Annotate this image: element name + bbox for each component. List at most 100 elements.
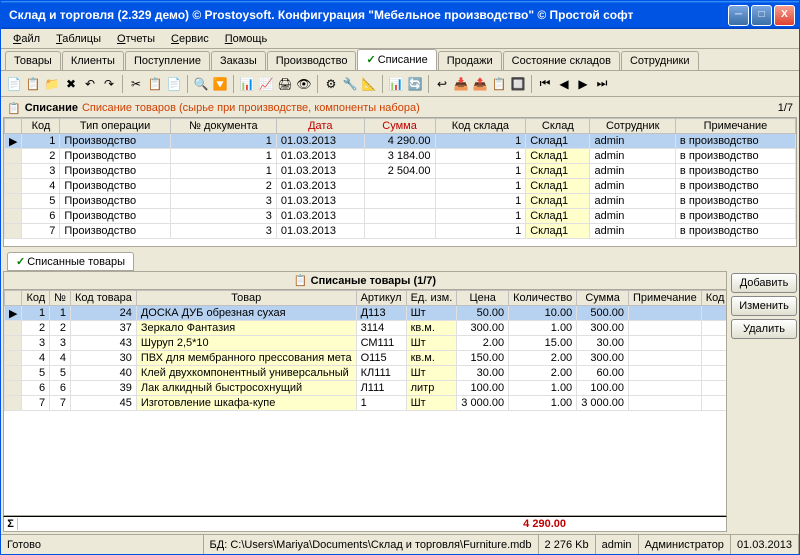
cell[interactable]: в производство — [675, 194, 795, 209]
cell[interactable]: 01.03.2013 — [276, 149, 364, 164]
toolbar-icon[interactable]: 📈 — [257, 75, 275, 93]
col-header[interactable]: Тип операции — [60, 119, 170, 134]
cell[interactable]: 2 — [22, 149, 60, 164]
cell[interactable] — [629, 321, 702, 336]
tab-Клиенты[interactable]: Клиенты — [62, 51, 124, 70]
cell[interactable]: Зеркало Фантазия — [136, 321, 356, 336]
cell[interactable]: 2.00 — [457, 336, 509, 351]
cell[interactable]: 30 — [70, 351, 136, 366]
cell[interactable]: 3 — [22, 336, 50, 351]
col-header[interactable]: Сумма — [364, 119, 435, 134]
cell[interactable]: 4 — [22, 351, 50, 366]
cell[interactable]: 3 — [50, 336, 71, 351]
cell[interactable] — [364, 209, 435, 224]
cell[interactable]: admin — [590, 194, 675, 209]
cell[interactable]: Производство — [60, 179, 170, 194]
toolbar-icon[interactable]: 📋 — [490, 75, 508, 93]
cell[interactable]: 4 — [50, 351, 71, 366]
toolbar-icon[interactable]: 📁 — [43, 75, 61, 93]
cell[interactable]: 1 — [50, 306, 71, 321]
cell[interactable]: 1 — [435, 209, 526, 224]
cell[interactable]: Лак алкидный быстросохнущий — [136, 381, 356, 396]
cell[interactable]: 3 000.00 — [457, 396, 509, 411]
cell[interactable]: 3 — [22, 164, 60, 179]
cell[interactable]: admin — [590, 134, 675, 149]
cell[interactable]: Производство — [60, 194, 170, 209]
toolbar-icon[interactable]: ▶ — [574, 75, 592, 93]
cell[interactable]: О115 — [356, 351, 406, 366]
toolbar-icon[interactable]: ⏭ — [593, 75, 611, 93]
cell[interactable]: Производство — [60, 149, 170, 164]
cell[interactable]: Склад1 — [526, 194, 590, 209]
cell[interactable]: 4 — [22, 179, 60, 194]
cell[interactable]: 6 — [22, 209, 60, 224]
toolbar-icon[interactable]: 📄 — [165, 75, 183, 93]
menu-Таблицы[interactable]: Таблицы — [48, 31, 109, 47]
col-header[interactable]: Код списания — [701, 291, 727, 306]
cell[interactable]: 1 — [435, 179, 526, 194]
cell[interactable]: 3 — [170, 224, 276, 239]
cell[interactable] — [629, 306, 702, 321]
col-header[interactable]: Сумма — [577, 291, 629, 306]
cell[interactable]: 7 — [50, 396, 71, 411]
cell[interactable]: 4 290.00 — [364, 134, 435, 149]
toolbar-icon[interactable]: 📐 — [360, 75, 378, 93]
toolbar-icon[interactable]: 📋 — [146, 75, 164, 93]
tab-Сотрудники[interactable]: Сотрудники — [621, 51, 699, 70]
cell[interactable]: 2 — [50, 321, 71, 336]
cell[interactable]: Шт — [406, 366, 457, 381]
cell[interactable]: 300.00 — [577, 321, 629, 336]
cell[interactable]: кв.м. — [406, 321, 457, 336]
cell[interactable]: 100.00 — [457, 381, 509, 396]
cell[interactable]: Шт — [406, 396, 457, 411]
cell[interactable]: admin — [590, 179, 675, 194]
sub-grid[interactable]: Код№Код товараТоварАртикулЕд. изм.ЦенаКо… — [3, 289, 727, 516]
cell[interactable]: admin — [590, 224, 675, 239]
toolbar-icon[interactable]: 👁 — [295, 75, 313, 93]
toolbar-icon[interactable]: 🔲 — [509, 75, 527, 93]
toolbar-icon[interactable]: 🔍 — [192, 75, 210, 93]
cell[interactable]: 01.03.2013 — [276, 164, 364, 179]
cell[interactable]: 01.03.2013 — [276, 209, 364, 224]
cell[interactable]: 1 — [701, 306, 727, 321]
col-header[interactable]: Артикул — [356, 291, 406, 306]
cell[interactable]: в производство — [675, 224, 795, 239]
col-header[interactable]: Код — [22, 119, 60, 134]
cell[interactable]: в производство — [675, 179, 795, 194]
cell[interactable]: Производство — [60, 134, 170, 149]
cell[interactable]: 7 — [22, 396, 50, 411]
tab-Списание[interactable]: ✓Списание — [357, 49, 436, 70]
cell[interactable]: Клей двухкомпонентный универсальный — [136, 366, 356, 381]
cell[interactable]: 100.00 — [577, 381, 629, 396]
cell[interactable]: 300.00 — [577, 351, 629, 366]
cell[interactable]: Склад1 — [526, 134, 590, 149]
cell[interactable]: Склад1 — [526, 209, 590, 224]
cell[interactable]: 39 — [70, 381, 136, 396]
toolbar-icon[interactable]: 📊 — [238, 75, 256, 93]
col-header[interactable]: Примечание — [675, 119, 795, 134]
toolbar-icon[interactable]: ↶ — [81, 75, 99, 93]
cell[interactable]: 1 — [170, 149, 276, 164]
cell[interactable]: 3 184.00 — [364, 149, 435, 164]
tab-Продажи[interactable]: Продажи — [438, 51, 502, 70]
col-header[interactable]: № — [50, 291, 71, 306]
cell[interactable]: 2.00 — [509, 366, 577, 381]
toolbar-icon[interactable]: 📥 — [452, 75, 470, 93]
col-header[interactable]: Сотрудник — [590, 119, 675, 134]
cell[interactable]: 1.00 — [509, 381, 577, 396]
cell[interactable] — [629, 396, 702, 411]
col-header[interactable]: Примечание — [629, 291, 702, 306]
close-button[interactable]: X — [774, 5, 795, 26]
menu-Сервис[interactable]: Сервис — [163, 31, 217, 47]
cell[interactable]: 1 — [701, 351, 727, 366]
toolbar-icon[interactable]: ✖ — [62, 75, 80, 93]
cell[interactable] — [364, 194, 435, 209]
edit-button[interactable]: Изменить — [731, 296, 797, 316]
cell[interactable]: 01.03.2013 — [276, 179, 364, 194]
cell[interactable]: Склад1 — [526, 179, 590, 194]
cell[interactable]: 30.00 — [457, 366, 509, 381]
col-header[interactable]: Цена — [457, 291, 509, 306]
cell[interactable]: 2.00 — [509, 351, 577, 366]
cell[interactable] — [364, 224, 435, 239]
toolbar-icon[interactable]: 📊 — [387, 75, 405, 93]
